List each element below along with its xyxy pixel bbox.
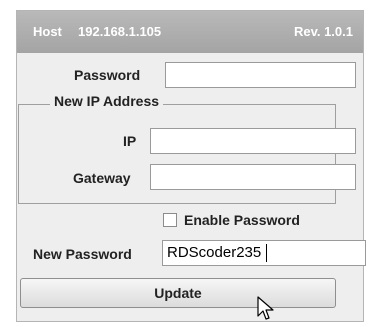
- gateway-label: Gateway: [73, 170, 131, 186]
- host-ip: 192.168.1.105: [78, 24, 162, 39]
- text-caret: [266, 244, 267, 262]
- ip-label: IP: [123, 133, 137, 149]
- host-label: Host: [33, 24, 62, 39]
- password-field[interactable]: [165, 62, 356, 88]
- new-ip-address-title: New IP Address: [50, 93, 164, 109]
- enable-password-checkbox[interactable]: [163, 213, 177, 227]
- revision-label: Rev. 1.0.1: [293, 24, 353, 39]
- panel-header: Host 192.168.1.105 Rev. 1.0.1: [17, 11, 363, 53]
- enable-password-label: Enable Password: [184, 212, 300, 228]
- gateway-field[interactable]: [150, 164, 356, 190]
- new-password-label: New Password: [33, 246, 132, 262]
- ip-field[interactable]: [150, 128, 356, 154]
- update-button[interactable]: Update: [20, 278, 336, 308]
- new-password-field[interactable]: RDScoder235: [162, 240, 366, 266]
- password-label: Password: [74, 67, 141, 83]
- arrow-pointer-icon: [257, 296, 274, 320]
